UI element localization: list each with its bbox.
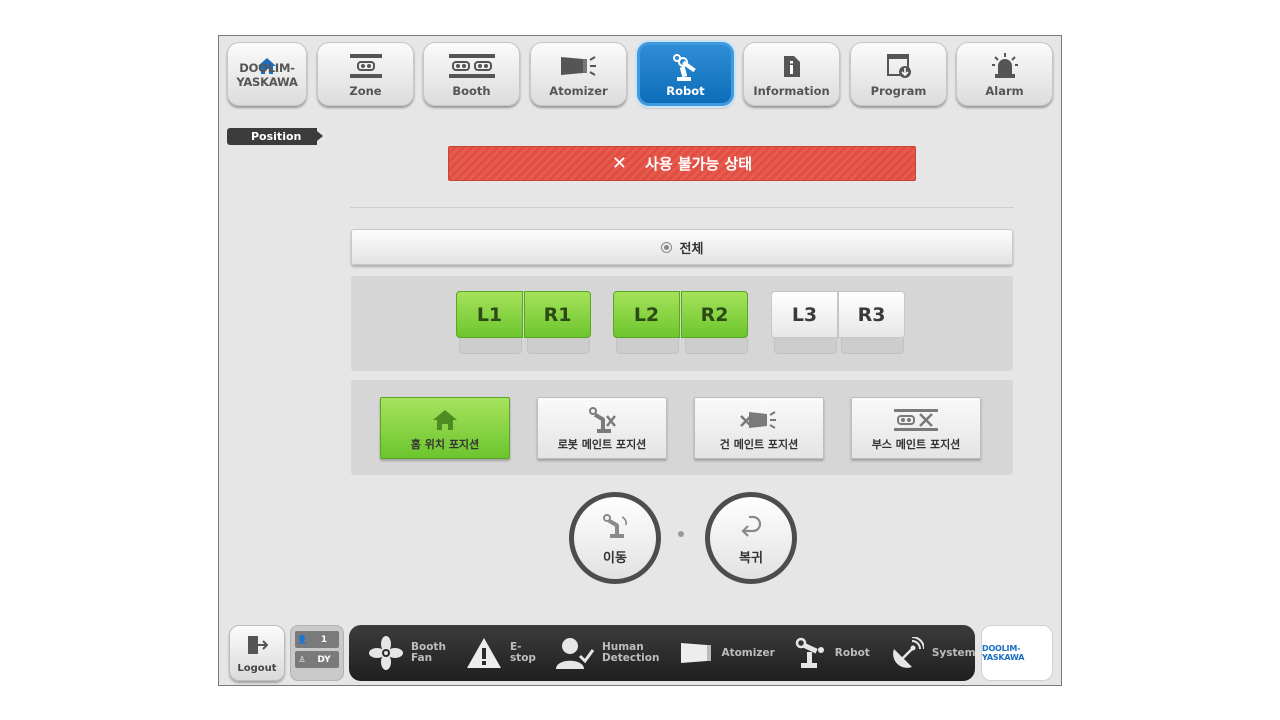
warning-icon bbox=[466, 637, 502, 669]
logout-icon bbox=[230, 634, 284, 656]
gun-maintenance-icon bbox=[695, 406, 823, 434]
move-button[interactable]: 이동 bbox=[569, 492, 661, 584]
user-level-row: 👤 1 bbox=[295, 631, 339, 648]
status-human-line2: Detection bbox=[601, 652, 660, 664]
brand-logo-button[interactable]: DOOLIM-YASKAWA bbox=[981, 625, 1053, 681]
home-logo-text: DOOLIM-YASKAWA bbox=[236, 61, 298, 89]
status-booth-fan-line2: Fan bbox=[411, 652, 433, 664]
nav-information-label: Information bbox=[753, 84, 830, 98]
select-all-label: 전체 bbox=[679, 241, 704, 257]
status-robot[interactable]: Robot bbox=[795, 637, 870, 669]
status-booth-fan[interactable]: Booth Fan bbox=[369, 636, 446, 670]
nav-home-button[interactable]: DOOLIM-YASKAWA bbox=[227, 42, 307, 106]
nav-program-button[interactable]: Program bbox=[850, 42, 947, 106]
status-banner-text: 사용 불가능 상태 bbox=[645, 155, 753, 173]
robot-maintenance-icon bbox=[538, 406, 666, 434]
zone-icon bbox=[318, 51, 413, 81]
booth-maintenance-icon bbox=[852, 406, 980, 434]
user-level: 1 bbox=[320, 634, 328, 645]
logout-label: Logout bbox=[237, 663, 277, 674]
atomizer-icon bbox=[679, 639, 713, 667]
robot-button-r3[interactable]: R3 bbox=[838, 291, 905, 338]
move-label: 이동 bbox=[603, 551, 627, 566]
status-estop[interactable]: E-stop bbox=[466, 637, 536, 669]
nav-program-label: Program bbox=[870, 84, 927, 98]
select-all-button[interactable]: 전체 bbox=[351, 229, 1013, 265]
fan-icon bbox=[369, 636, 403, 670]
divider bbox=[350, 207, 1014, 208]
information-icon bbox=[744, 51, 839, 81]
separator-dot bbox=[678, 531, 684, 537]
robot-button-r1[interactable]: R1 bbox=[524, 291, 591, 338]
booth-maintenance-position-button[interactable]: 부스 메인트 포지션 bbox=[851, 397, 981, 459]
robot-button-base bbox=[685, 338, 748, 354]
nav-atomizer-label: Atomizer bbox=[549, 84, 608, 98]
robot-arm-icon bbox=[795, 637, 827, 669]
robot-button-base bbox=[616, 338, 679, 354]
status-estop-label: E-stop bbox=[509, 641, 536, 664]
nav-robot-button[interactable]: Robot bbox=[637, 42, 734, 106]
status-system[interactable]: System bbox=[890, 637, 976, 669]
status-banner: ✕ 사용 불가능 상태 bbox=[448, 146, 916, 181]
gun-maintenance-position-label: 건 메인트 포지션 bbox=[719, 438, 799, 451]
robot-button-l1[interactable]: L1 bbox=[456, 291, 523, 338]
robot-button-base bbox=[841, 338, 904, 354]
user-info-panel: 👤 1 ♙ DY bbox=[290, 625, 344, 681]
atomizer-icon bbox=[531, 51, 626, 81]
return-label: 복귀 bbox=[739, 551, 763, 566]
user-name-row: ♙ DY bbox=[295, 651, 339, 668]
human-detection-icon bbox=[555, 636, 594, 670]
nav-zone-button[interactable]: Zone bbox=[317, 42, 414, 106]
nav-information-button[interactable]: Information bbox=[743, 42, 840, 106]
brand-logo-text: DOOLIM-YASKAWA bbox=[982, 644, 1025, 662]
return-icon bbox=[710, 513, 792, 537]
nav-alarm-label: Alarm bbox=[985, 84, 1024, 98]
robot-arm-icon bbox=[640, 53, 731, 83]
program-icon bbox=[851, 51, 946, 81]
nav-atomizer-button[interactable]: Atomizer bbox=[530, 42, 627, 106]
robot-button-base bbox=[774, 338, 837, 354]
home-position-button[interactable]: 홈 위치 포지션 bbox=[380, 397, 510, 459]
robot-button-r2[interactable]: R2 bbox=[681, 291, 748, 338]
nav-alarm-button[interactable]: Alarm bbox=[956, 42, 1053, 106]
user-name: DY bbox=[317, 654, 331, 665]
robot-move-icon bbox=[574, 513, 656, 539]
status-system-label: System bbox=[931, 646, 976, 659]
robot-button-l2[interactable]: L2 bbox=[613, 291, 680, 338]
status-atomizer-label: Atomizer bbox=[721, 646, 775, 659]
robot-maintenance-position-label: 로봇 메인트 포지션 bbox=[557, 438, 647, 451]
robot-button-base bbox=[527, 338, 590, 354]
alarm-icon bbox=[957, 51, 1052, 81]
close-icon: ✕ bbox=[611, 153, 628, 174]
section-tag: Position bbox=[227, 128, 323, 145]
home-position-label: 홈 위치 포지션 bbox=[410, 438, 480, 451]
booth-icon bbox=[424, 51, 519, 81]
booth-maintenance-position-label: 부스 메인트 포지션 bbox=[871, 438, 961, 451]
app-window: DOOLIM-YASKAWA Zone Booth Atomizer Robot… bbox=[218, 35, 1062, 686]
status-human-detection[interactable]: Human Detection bbox=[555, 636, 660, 670]
home-icon bbox=[381, 406, 509, 434]
nav-booth-button[interactable]: Booth bbox=[423, 42, 520, 106]
robot-button-base bbox=[459, 338, 522, 354]
return-button[interactable]: 복귀 bbox=[705, 492, 797, 584]
nav-zone-label: Zone bbox=[349, 84, 382, 98]
nav-robot-label: Robot bbox=[666, 84, 705, 98]
robot-selector-panel: L1 R1 L2 R2 L3 R3 bbox=[351, 276, 1013, 371]
user-icon: 👤 bbox=[297, 635, 307, 644]
status-robot-label: Robot bbox=[834, 646, 870, 659]
person-icon: ♙ bbox=[298, 655, 306, 664]
robot-button-l3[interactable]: L3 bbox=[771, 291, 838, 338]
satellite-icon bbox=[890, 637, 924, 669]
position-selector-panel: 홈 위치 포지션 로봇 메인트 포지션 건 메인트 포지션 부스 메인트 포지션 bbox=[351, 380, 1013, 475]
robot-maintenance-position-button[interactable]: 로봇 메인트 포지션 bbox=[537, 397, 667, 459]
radio-icon bbox=[660, 241, 672, 253]
status-atomizer[interactable]: Atomizer bbox=[679, 639, 775, 667]
logout-button[interactable]: Logout bbox=[229, 625, 285, 681]
gun-maintenance-position-button[interactable]: 건 메인트 포지션 bbox=[694, 397, 824, 459]
status-bar: Booth Fan E-stop Human Detection Atomizer … bbox=[349, 625, 976, 681]
nav-booth-label: Booth bbox=[452, 84, 491, 98]
